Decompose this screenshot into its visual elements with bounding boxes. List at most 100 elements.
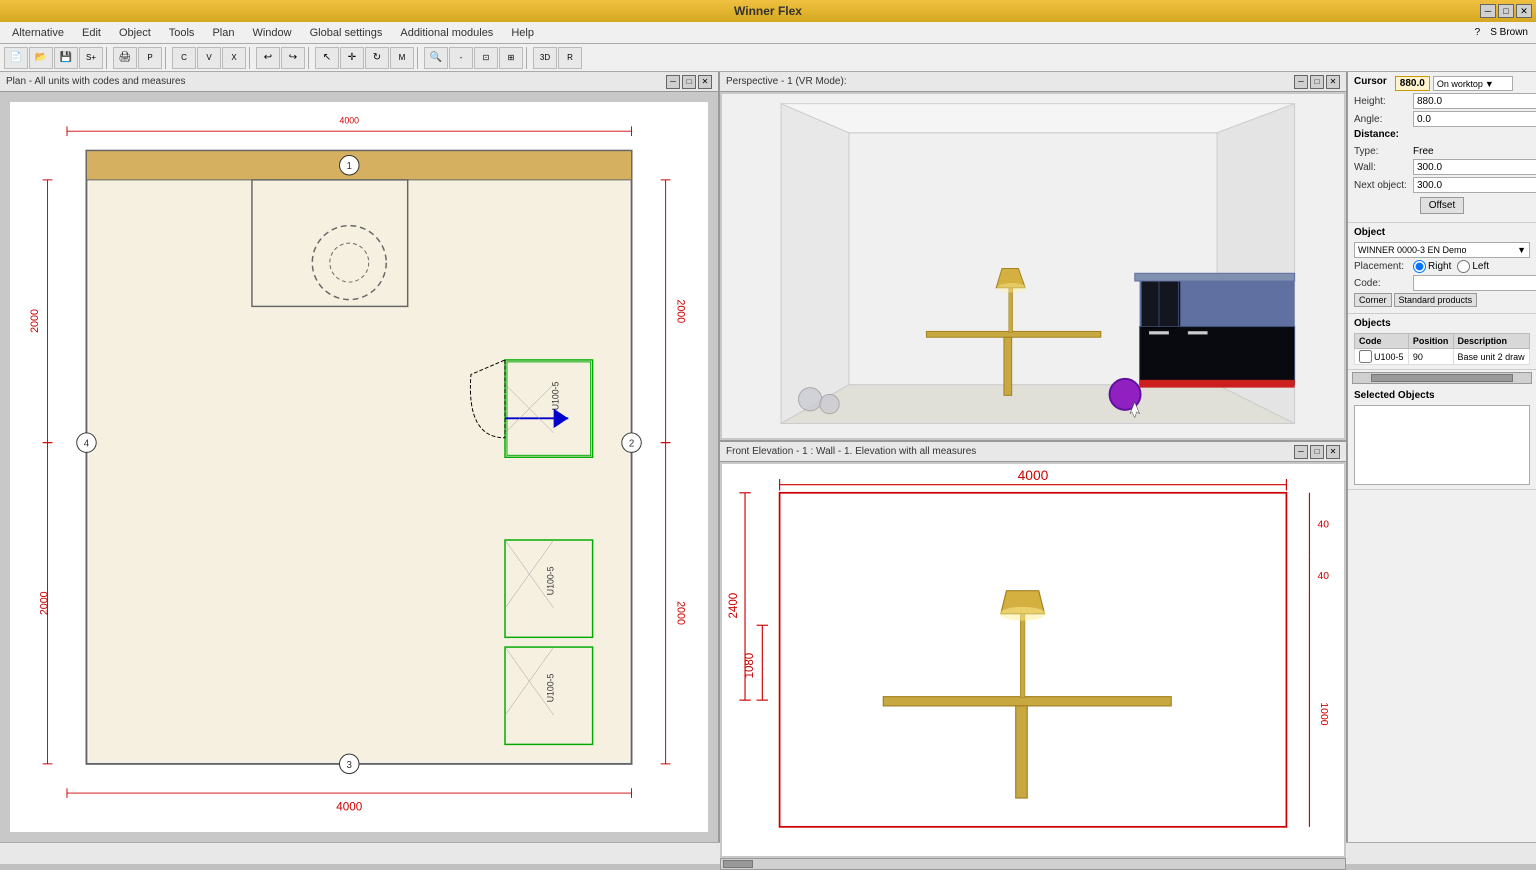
placement-right-radio[interactable]: Right <box>1413 260 1451 273</box>
perspective-close[interactable]: ✕ <box>1326 75 1340 89</box>
svg-text:2000: 2000 <box>39 591 51 615</box>
menu-additional-modules[interactable]: Additional modules <box>392 25 501 41</box>
menu-help[interactable]: Help <box>503 25 542 41</box>
plan-maximize[interactable]: □ <box>682 75 696 89</box>
select-button[interactable]: ↖ <box>315 47 339 69</box>
corner-button[interactable]: Corner <box>1354 293 1392 307</box>
next-object-input[interactable] <box>1413 177 1536 193</box>
elevation-titlebar: Front Elevation - 1 : Wall - 1. Elevatio… <box>720 442 1346 462</box>
object-name-dropdown[interactable]: WINNER 0000-3 EN Demo ▼ <box>1354 242 1530 258</box>
props-scrollbar[interactable] <box>1352 372 1532 384</box>
perspective-view[interactable] <box>722 94 1344 438</box>
print-button[interactable]: 🖨 <box>113 47 137 69</box>
menu-alternative[interactable]: Alternative <box>4 25 72 41</box>
cut-button[interactable]: X <box>222 47 246 69</box>
elevation-view[interactable]: 4000 2400 1080 40 40 <box>722 464 1344 856</box>
properties-panel: Cursor 880.0 On worktop ▼ Height: Angle:… <box>1346 72 1536 842</box>
help-icon[interactable]: ? <box>1471 27 1485 38</box>
offset-button[interactable]: Offset <box>1420 197 1465 214</box>
wall-input[interactable] <box>1413 159 1536 175</box>
zoom-fit-button[interactable]: ⊡ <box>474 47 498 69</box>
object-dropdown-arrow-icon: ▼ <box>1517 245 1526 255</box>
elevation-title: Front Elevation - 1 : Wall - 1. Elevatio… <box>726 446 976 457</box>
plan-close[interactable]: ✕ <box>698 75 712 89</box>
open-button[interactable]: 📂 <box>29 47 53 69</box>
menu-plan[interactable]: Plan <box>204 25 242 41</box>
svg-text:2000: 2000 <box>674 601 686 625</box>
svg-text:40: 40 <box>1317 519 1329 530</box>
plan-panel: Plan - All units with codes and measures… <box>0 72 720 842</box>
perspective-maximize[interactable]: □ <box>1310 75 1324 89</box>
svg-text:40: 40 <box>1317 571 1329 582</box>
redo-button[interactable]: ↪ <box>281 47 305 69</box>
menu-window[interactable]: Window <box>244 25 299 41</box>
perspective-controls: ─ □ ✕ <box>1294 75 1340 89</box>
print-preview-button[interactable]: P <box>138 47 162 69</box>
svg-text:2400: 2400 <box>728 593 740 619</box>
sep5 <box>417 47 421 69</box>
close-button[interactable]: ✕ <box>1516 4 1532 18</box>
angle-input[interactable] <box>1413 111 1536 127</box>
save-as-button[interactable]: S+ <box>79 47 103 69</box>
elevation-close[interactable]: ✕ <box>1326 445 1340 459</box>
menu-edit[interactable]: Edit <box>74 25 109 41</box>
save-button[interactable]: 💾 <box>54 47 78 69</box>
main-content: Plan - All units with codes and measures… <box>0 72 1536 842</box>
menu-global-settings[interactable]: Global settings <box>302 25 391 41</box>
distance-title: Distance: <box>1354 129 1399 140</box>
plan-minimize[interactable]: ─ <box>666 75 680 89</box>
menu-bar: Alternative Edit Object Tools Plan Windo… <box>0 22 1536 44</box>
row-position: 90 <box>1408 349 1453 365</box>
wall-label: Wall: <box>1354 162 1409 173</box>
rotate-button[interactable]: ↻ <box>365 47 389 69</box>
maximize-button[interactable]: □ <box>1498 4 1514 18</box>
minimize-button[interactable]: ─ <box>1480 4 1496 18</box>
3d-button[interactable]: 3D <box>533 47 557 69</box>
menu-object[interactable]: Object <box>111 25 159 41</box>
placement-right-input[interactable] <box>1413 260 1426 273</box>
plan-drawing-area[interactable]: 4000 1 2000 2000 <box>10 102 708 832</box>
menu-tools[interactable]: Tools <box>161 25 203 41</box>
row-checkbox[interactable] <box>1359 350 1372 363</box>
placement-left-input[interactable] <box>1457 260 1470 273</box>
new-button[interactable]: 📄 <box>4 47 28 69</box>
cursor-title: Cursor <box>1354 76 1387 87</box>
sep1 <box>106 47 110 69</box>
table-row[interactable]: U100-5 90 Base unit 2 draw <box>1355 349 1530 365</box>
perspective-svg <box>722 94 1344 438</box>
svg-text:3: 3 <box>347 760 352 771</box>
height-input[interactable] <box>1413 93 1536 109</box>
perspective-minimize[interactable]: ─ <box>1294 75 1308 89</box>
cursor-height-row: Height: <box>1354 93 1530 109</box>
move-button[interactable]: ✛ <box>340 47 364 69</box>
elevation-maximize[interactable]: □ <box>1310 445 1324 459</box>
render-button[interactable]: R <box>558 47 582 69</box>
dropdown-arrow-icon: ▼ <box>1485 79 1494 89</box>
svg-text:U100-5: U100-5 <box>546 673 556 702</box>
sep2 <box>165 47 169 69</box>
standard-products-button[interactable]: Standard products <box>1394 293 1478 307</box>
distance-header-row: Distance: <box>1354 129 1530 144</box>
code-label: Code: <box>1354 278 1409 289</box>
zoom-in-button[interactable]: 🔍 <box>424 47 448 69</box>
props-scrollbar-thumb[interactable] <box>1371 374 1513 382</box>
paste-button[interactable]: V <box>197 47 221 69</box>
type-value: Free <box>1413 146 1434 157</box>
plan-svg: 4000 1 2000 2000 <box>10 102 708 832</box>
angle-label: Angle: <box>1354 114 1409 125</box>
mirror-button[interactable]: M <box>390 47 414 69</box>
undo-button[interactable]: ↩ <box>256 47 280 69</box>
object-name-row: WINNER 0000-3 EN Demo ▼ <box>1354 242 1530 258</box>
zoom-out-button[interactable]: - <box>449 47 473 69</box>
object-section: Object WINNER 0000-3 EN Demo ▼ Placement… <box>1348 223 1536 314</box>
placement-left-radio[interactable]: Left <box>1457 260 1489 273</box>
code-input[interactable] <box>1413 275 1536 291</box>
elevation-minimize[interactable]: ─ <box>1294 445 1308 459</box>
zoom-window-button[interactable]: ⊞ <box>499 47 523 69</box>
placement-row: Placement: Right Left <box>1354 260 1530 273</box>
copy-button[interactable]: C <box>172 47 196 69</box>
wall-row: Wall: <box>1354 159 1530 175</box>
cursor-mode-dropdown[interactable]: On worktop ▼ <box>1433 76 1513 91</box>
selected-objects-title: Selected Objects <box>1354 390 1530 401</box>
svg-text:2000: 2000 <box>29 309 41 333</box>
